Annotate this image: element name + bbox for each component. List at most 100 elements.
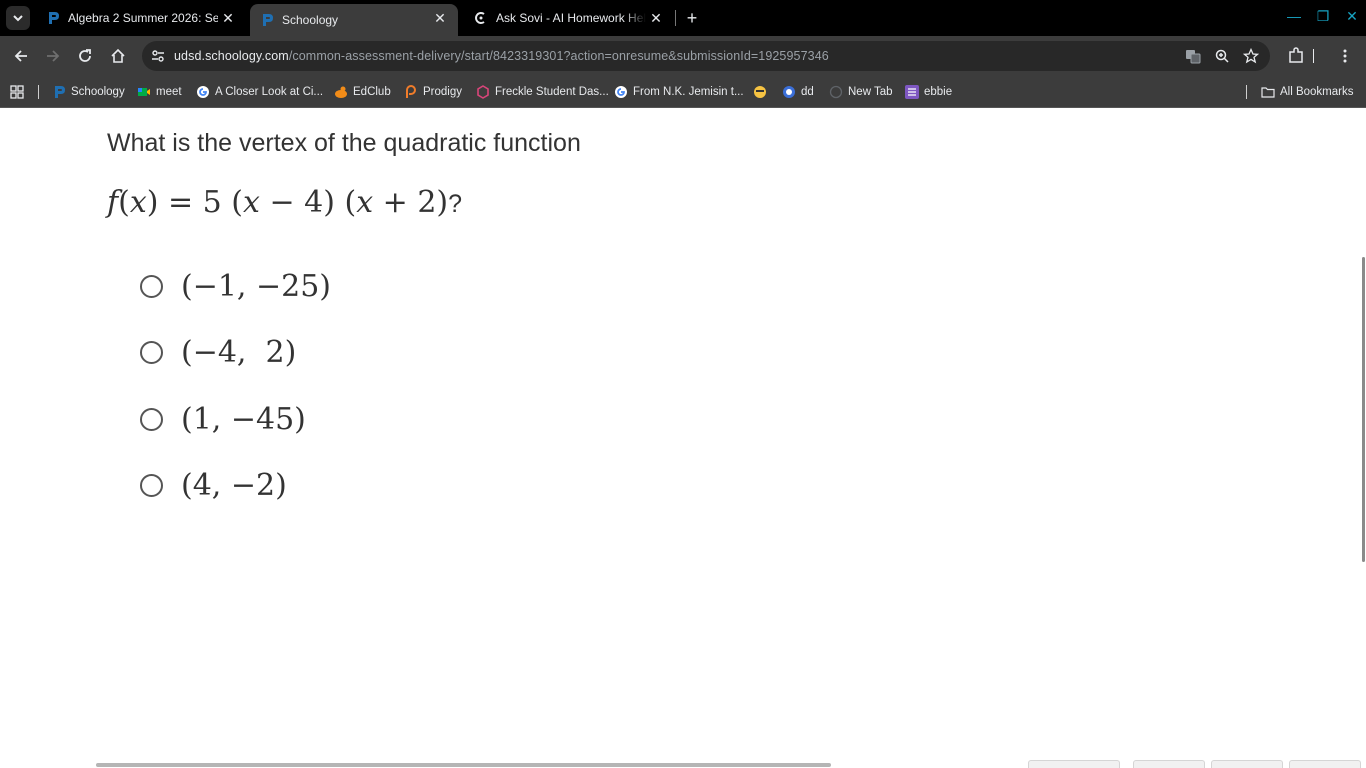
bookmark-prodigy[interactable]: Prodigy (404, 82, 462, 102)
extensions-icon[interactable] (1286, 46, 1306, 66)
tab-algebra[interactable]: Algebra 2 Summer 2026: Section ✕ (36, 4, 246, 32)
folder-icon (1261, 87, 1275, 98)
bookmark-jemisin[interactable]: From N.K. Jemisin t... (614, 82, 744, 102)
browser-toolbar: udsd.schoology.com/common-assessment-del… (0, 36, 1366, 76)
bookmark-edclub[interactable]: EdClub (334, 82, 391, 102)
footer-button[interactable] (1028, 760, 1120, 768)
sovi-icon (475, 12, 485, 24)
bookmark-label: From N.K. Jemisin t... (633, 86, 744, 98)
bookmark-label: ebbie (924, 86, 953, 98)
new-tab-button[interactable]: + (682, 8, 702, 28)
emoji-icon (754, 86, 766, 98)
home-button[interactable] (106, 44, 130, 68)
url-path: /common-assessment-delivery/start/842331… (288, 49, 829, 63)
bookmark-emoji[interactable] (753, 82, 772, 102)
edclub-icon (335, 86, 347, 98)
tab-schoology[interactable]: Schoology ✕ (250, 4, 458, 36)
radio-button[interactable] (140, 274, 163, 298)
answer-option[interactable]: (−4, 2) (140, 332, 296, 372)
arrow-left-icon (14, 50, 27, 62)
menu-icon[interactable] (1335, 46, 1355, 66)
all-bookmarks-button[interactable]: All Bookmarks (1261, 82, 1354, 102)
translate-icon[interactable] (1185, 48, 1201, 64)
formula-part: ) (146, 185, 159, 220)
reload-button[interactable] (73, 44, 97, 68)
question-mark: ? (448, 190, 463, 218)
bookmark-label: A Closer Look at Ci... (215, 86, 324, 98)
bookmark-schoology[interactable]: Schoology (52, 82, 125, 102)
answer-option[interactable]: (4, −2) (140, 465, 287, 505)
formula-part: x (356, 185, 374, 220)
formula-part: − 4) ( (259, 185, 357, 220)
restore-icon[interactable]: ❐ (1315, 8, 1331, 24)
all-bookmarks-label: All Bookmarks (1280, 86, 1354, 98)
tab-title: Ask Sovi - AI Homework Helper (496, 11, 646, 25)
bookmark-meet[interactable]: meet (137, 82, 182, 102)
toolbar-divider (1311, 46, 1315, 66)
bookmark-ebbie[interactable]: ebbie (905, 82, 952, 102)
newtab-icon (829, 85, 843, 99)
dd-icon (783, 86, 795, 98)
reload-icon (79, 49, 91, 62)
close-icon[interactable]: ✕ (432, 10, 448, 26)
option-label: (1, −45) (181, 401, 306, 437)
prodigy-icon (406, 85, 416, 98)
bookmark-closer-look[interactable]: A Closer Look at Ci... (196, 82, 323, 102)
bookmarks-divider (38, 85, 39, 99)
address-bar[interactable]: udsd.schoology.com/common-assessment-del… (142, 41, 1270, 71)
vertical-scrollbar[interactable] (1362, 257, 1365, 562)
schoology-icon (263, 14, 273, 26)
formula-part: f (107, 185, 119, 220)
tab-search-button[interactable] (6, 6, 30, 30)
formula-part: ( (118, 185, 130, 220)
star-icon[interactable] (1243, 48, 1259, 64)
answer-option[interactable]: (1, −45) (140, 399, 306, 439)
site-settings-icon[interactable] (150, 48, 166, 64)
option-label: (4, −2) (181, 467, 287, 503)
schoology-icon (55, 86, 65, 98)
bookmarks-divider (1246, 85, 1247, 99)
zoom-icon[interactable] (1214, 48, 1230, 64)
formula-part: = 5 ( (158, 185, 244, 220)
bookmarks-bar: Schoology meet A Closer Look at Ci... Ed… (0, 76, 1366, 108)
bookmark-freckle[interactable]: Freckle Student Das... (476, 82, 609, 102)
answer-option[interactable]: (−1, −25) (140, 266, 331, 306)
tab-ask-sovi[interactable]: Ask Sovi - AI Homework Helper ✕ (464, 4, 674, 32)
apps-icon[interactable] (9, 82, 25, 102)
assessment-page: What is the vertex of the quadratic func… (0, 109, 1366, 768)
radio-button[interactable] (140, 407, 163, 431)
footer-button[interactable] (1211, 760, 1283, 768)
horizontal-scrollbar[interactable] (96, 763, 831, 767)
meet-icon (138, 88, 150, 96)
question-prompt: What is the vertex of the quadratic func… (107, 129, 581, 157)
url-text[interactable]: udsd.schoology.com/common-assessment-del… (174, 49, 829, 63)
bookmark-label: Freckle Student Das... (495, 86, 609, 98)
minimize-icon[interactable]: — (1286, 8, 1302, 24)
forward-button[interactable] (41, 44, 65, 68)
bookmark-dd[interactable]: dd (782, 82, 814, 102)
tab-strip: Algebra 2 Summer 2026: Section ✕ Schoolo… (0, 0, 1366, 36)
formula-part: x (243, 185, 260, 220)
arrow-right-icon (47, 50, 60, 62)
google-icon (197, 86, 209, 98)
bookmark-label: meet (156, 86, 182, 98)
option-label: (−1, −25) (181, 268, 332, 304)
schoology-icon (49, 12, 59, 24)
radio-button[interactable] (140, 340, 163, 364)
tab-title: Schoology (282, 13, 339, 27)
footer-button[interactable] (1133, 760, 1205, 768)
bookmark-label: EdClub (353, 86, 391, 98)
radio-button[interactable] (140, 473, 163, 497)
formula-part: + 2) (373, 185, 449, 220)
close-window-icon[interactable]: ✕ (1344, 8, 1360, 24)
close-icon[interactable]: ✕ (220, 10, 236, 26)
close-icon[interactable]: ✕ (648, 10, 664, 26)
url-host: udsd.schoology.com (174, 49, 289, 63)
footer-button[interactable] (1289, 760, 1361, 768)
back-button[interactable] (9, 44, 33, 68)
bookmark-label: New Tab (848, 86, 893, 98)
bookmark-label: dd (801, 86, 814, 98)
home-icon (111, 48, 125, 63)
list-icon (905, 85, 919, 99)
bookmark-new-tab[interactable]: New Tab (829, 82, 893, 102)
